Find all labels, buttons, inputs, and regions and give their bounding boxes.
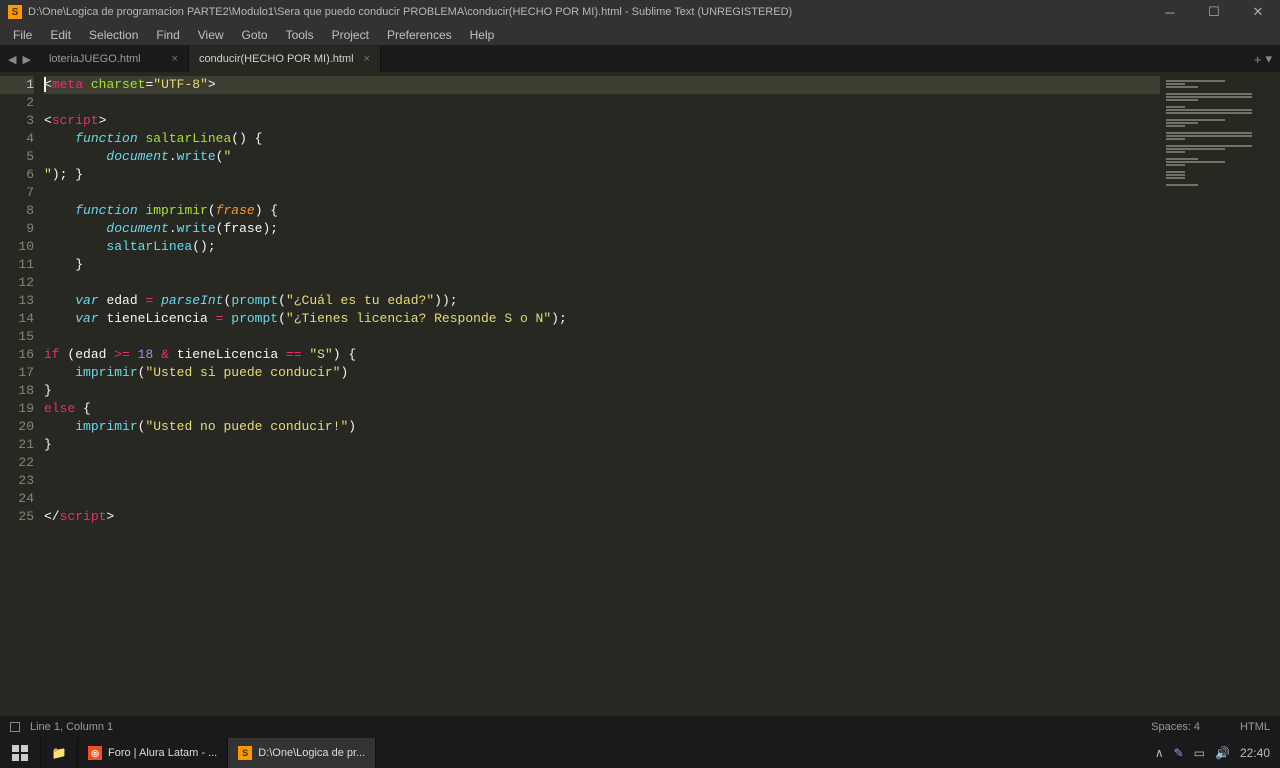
tab-label: conducir(HECHO POR MI).html	[199, 53, 354, 65]
menu-file[interactable]: File	[4, 24, 41, 46]
new-tab-icon[interactable]: +	[1254, 52, 1262, 67]
menu-project[interactable]: Project	[323, 24, 378, 46]
forward-icon[interactable]: ▶	[22, 53, 30, 66]
back-icon[interactable]: ◀	[8, 53, 16, 66]
system-tray: ∧ ✎ ▭ 🔊 22:40	[1145, 738, 1280, 768]
menu-selection[interactable]: Selection	[80, 24, 147, 46]
status-bar: Line 1, Column 1 Spaces: 4 HTML	[0, 716, 1280, 738]
menu-tools[interactable]: Tools	[277, 24, 323, 46]
window-title: D:\One\Logica de programacion PARTE2\Mod…	[28, 6, 792, 18]
folder-icon: 📁	[51, 745, 67, 761]
minimap[interactable]	[1160, 72, 1280, 716]
status-icon[interactable]	[10, 722, 20, 732]
menu-view[interactable]: View	[189, 24, 233, 46]
editor-area: 1 2 3 4 5 6 7 8 9 10 11 12 13 14 15 16 1…	[0, 72, 1280, 716]
line-gutter[interactable]: 1 2 3 4 5 6 7 8 9 10 11 12 13 14 15 16 1…	[0, 72, 44, 716]
tab-conducir[interactable]: conducir(HECHO POR MI).html ×	[189, 46, 381, 72]
minimize-button[interactable]: ─	[1148, 0, 1192, 24]
tab-bar: ◀ ▶ loteriaJUEGO.html × conducir(HECHO P…	[0, 46, 1280, 72]
sublime-icon: S	[238, 746, 252, 760]
tab-loteria[interactable]: loteriaJUEGO.html ×	[39, 46, 189, 72]
cursor-position: Line 1, Column 1	[30, 721, 113, 733]
tab-dropdown-icon[interactable]: ▾	[1265, 51, 1272, 67]
brave-icon: ◎	[88, 746, 102, 760]
syntax-setting[interactable]: HTML	[1240, 721, 1270, 733]
close-window-button[interactable]: ✕	[1236, 0, 1280, 24]
app-icon: S	[8, 5, 22, 19]
tab-label: loteriaJUEGO.html	[49, 53, 141, 65]
code-area[interactable]: <meta charset="UTF-8"> <script> function…	[44, 72, 1160, 716]
tray-feather-icon[interactable]: ✎	[1174, 746, 1184, 760]
menu-edit[interactable]: Edit	[41, 24, 80, 46]
menu-find[interactable]: Find	[147, 24, 188, 46]
tray-battery-icon[interactable]: ▭	[1194, 746, 1205, 760]
menu-bar: File Edit Selection Find View Goto Tools…	[0, 24, 1280, 46]
menu-goto[interactable]: Goto	[233, 24, 277, 46]
taskbar-alura[interactable]: ◎ Foro | Alura Latam - ...	[78, 738, 228, 768]
start-icon	[12, 745, 28, 761]
taskbar: 📁 ◎ Foro | Alura Latam - ... S D:\One\Lo…	[0, 738, 1280, 768]
maximize-button[interactable]: ☐	[1192, 0, 1236, 24]
title-bar: S D:\One\Logica de programacion PARTE2\M…	[0, 0, 1280, 24]
menu-help[interactable]: Help	[461, 24, 504, 46]
tray-chevron-icon[interactable]: ∧	[1155, 746, 1164, 760]
taskbar-explorer[interactable]: 📁	[41, 738, 78, 768]
tray-volume-icon[interactable]: 🔊	[1215, 746, 1230, 760]
close-tab-icon[interactable]: ×	[364, 53, 370, 65]
indent-setting[interactable]: Spaces: 4	[1151, 721, 1200, 733]
taskbar-sublime[interactable]: S D:\One\Logica de pr...	[228, 738, 376, 768]
close-tab-icon[interactable]: ×	[172, 53, 178, 65]
tray-clock[interactable]: 22:40	[1240, 746, 1270, 760]
start-button[interactable]	[0, 738, 41, 768]
tab-nav-arrows[interactable]: ◀ ▶	[0, 46, 39, 72]
menu-preferences[interactable]: Preferences	[378, 24, 461, 46]
